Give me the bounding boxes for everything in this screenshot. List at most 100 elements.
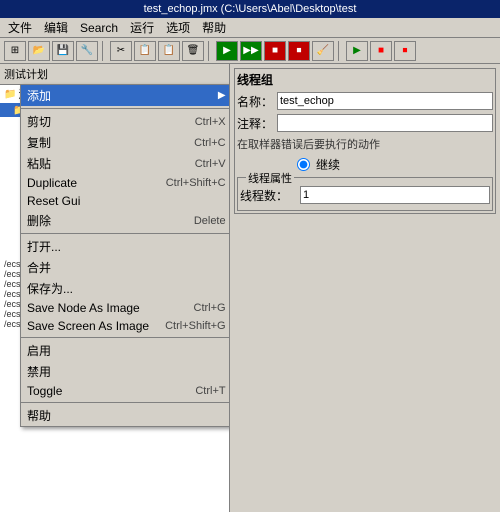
- thread-count-label: 线程数：: [240, 187, 300, 204]
- cm-savescreen-label: Save Screen As Image: [27, 319, 149, 333]
- continue-label: 继续: [316, 156, 340, 173]
- toolbar-new[interactable]: ⊞: [4, 41, 26, 61]
- cm-disable-label: 禁用: [27, 363, 51, 380]
- context-menu-overlay: 添加 ▶ 剪切 Ctrl+X 复制 Ctrl+C 粘贴 Ctrl+V Dupl: [20, 84, 230, 427]
- cm-toggle[interactable]: Toggle Ctrl+T: [21, 382, 230, 400]
- toolbar-copy[interactable]: 📋: [134, 41, 156, 61]
- toolbar-settings[interactable]: 🔧: [76, 41, 98, 61]
- thread-group-box: 线程组 名称： 注释： 在取样器错误后要执行的动作 继续 线程属性 线程数：: [234, 68, 496, 214]
- toolbar-shutdown[interactable]: ⏹: [288, 41, 310, 61]
- menu-bar: 文件 编辑 Search 运行 选项 帮助: [0, 18, 500, 38]
- toolbar-cut[interactable]: ✂: [110, 41, 132, 61]
- cm-open-label: 打开...: [27, 238, 61, 255]
- cm-merge[interactable]: 合并: [21, 257, 230, 278]
- cm-save-screen[interactable]: Save Screen As Image Ctrl+Shift+G: [21, 317, 230, 335]
- comment-label: 注释：: [237, 115, 277, 132]
- thread-props-box: 线程属性 线程数：: [237, 177, 493, 211]
- toolbar-remote-start[interactable]: ▶: [346, 41, 368, 61]
- cm-savenode-shortcut: Ctrl+G: [194, 302, 226, 314]
- tree-plan-icon: 📁: [4, 89, 16, 100]
- toolbar-remote-stop[interactable]: ■: [370, 41, 392, 61]
- panel-header-text: 测试计划: [4, 66, 48, 82]
- cm-duplicate-label: Duplicate: [27, 176, 77, 190]
- cm-duplicate-shortcut: Ctrl+Shift+C: [166, 177, 226, 189]
- cm-cut-label: 剪切: [27, 113, 51, 130]
- name-input[interactable]: [277, 92, 493, 110]
- cm-savenode-label: Save Node As Image: [27, 301, 140, 315]
- cm-paste-label: 粘贴: [27, 155, 51, 172]
- comment-row: 注释：: [237, 114, 493, 132]
- context-menu: 添加 ▶ 剪切 Ctrl+X 复制 Ctrl+C 粘贴 Ctrl+V Dupl: [20, 84, 230, 427]
- props-content: 线程数：: [240, 186, 490, 204]
- cm-cut[interactable]: 剪切 Ctrl+X: [21, 111, 230, 132]
- cm-delete-label: 删除: [27, 212, 51, 229]
- toolbar-sep1: [102, 41, 106, 61]
- cm-enable-label: 启用: [27, 342, 51, 359]
- cm-saveas-label: 保存为...: [27, 280, 73, 297]
- title-bar: test_echop.jmx (C:\Users\Abel\Desktop\te…: [0, 0, 500, 18]
- indent1: [4, 104, 13, 116]
- title-text: test_echop.jmx (C:\Users\Abel\Desktop\te…: [144, 3, 357, 15]
- cm-add[interactable]: 添加 ▶: [21, 85, 230, 106]
- menu-search[interactable]: Search: [74, 20, 124, 36]
- continue-radio[interactable]: [297, 158, 310, 171]
- toolbar-open[interactable]: 📂: [28, 41, 50, 61]
- cm-help-label: 帮助: [27, 407, 51, 424]
- main-area: 测试计划 📁 测试计划 📁 test_echop /ecshop/upload/…: [0, 64, 500, 512]
- menu-run[interactable]: 运行: [124, 18, 160, 37]
- toolbar: ⊞ 📂 💾 🔧 ✂ 📋 📋 🗑 ▶ ▶▶ ■ ⏹ 🧹 ▶ ■ ⏹: [0, 38, 500, 64]
- cm-merge-label: 合并: [27, 259, 51, 276]
- cm-enable[interactable]: 启用: [21, 340, 230, 361]
- toolbar-clear-all[interactable]: 🧹: [312, 41, 334, 61]
- thread-group-title: 线程组: [237, 71, 493, 88]
- cm-add-label: 添加: [27, 87, 51, 104]
- right-panel: 线程组 名称： 注释： 在取样器错误后要执行的动作 继续 线程属性 线程数：: [230, 64, 500, 512]
- cm-paste-shortcut: Ctrl+V: [195, 158, 226, 170]
- left-panel: 测试计划 📁 测试计划 📁 test_echop /ecshop/upload/…: [0, 64, 230, 512]
- thread-count-row: 线程数：: [240, 186, 490, 204]
- menu-edit[interactable]: 编辑: [38, 18, 74, 37]
- cm-sep1: [21, 108, 230, 109]
- cm-delete-shortcut: Delete: [194, 215, 226, 227]
- cm-copy-shortcut: Ctrl+C: [194, 137, 225, 149]
- comment-input[interactable]: [277, 114, 493, 132]
- menu-help[interactable]: 帮助: [196, 18, 232, 37]
- cm-toggle-label: Toggle: [27, 384, 62, 398]
- cm-cut-shortcut: Ctrl+X: [195, 116, 226, 128]
- toolbar-remote-exit[interactable]: ⏹: [394, 41, 416, 61]
- cm-save-node[interactable]: Save Node As Image Ctrl+G: [21, 299, 230, 317]
- toolbar-delete[interactable]: 🗑: [182, 41, 204, 61]
- toolbar-paste[interactable]: 📋: [158, 41, 180, 61]
- cm-sep4: [21, 402, 230, 403]
- cm-reset-label: Reset Gui: [27, 194, 80, 208]
- cm-sep3: [21, 337, 230, 338]
- cm-sep2: [21, 233, 230, 234]
- action-desc: 在取样器错误后要执行的动作: [237, 136, 493, 152]
- name-row: 名称：: [237, 92, 493, 110]
- cm-disable[interactable]: 禁用: [21, 361, 230, 382]
- toolbar-save[interactable]: 💾: [52, 41, 74, 61]
- toolbar-run[interactable]: ▶: [216, 41, 238, 61]
- cm-duplicate[interactable]: Duplicate Ctrl+Shift+C: [21, 174, 230, 192]
- menu-options[interactable]: 选项: [160, 18, 196, 37]
- thread-props-title: 线程属性: [246, 170, 294, 186]
- thread-count-input[interactable]: [300, 186, 490, 204]
- cm-delete[interactable]: 删除 Delete: [21, 210, 230, 231]
- cm-copy-label: 复制: [27, 134, 51, 151]
- cm-savescreen-shortcut: Ctrl+Shift+G: [165, 320, 226, 332]
- menu-file[interactable]: 文件: [2, 18, 38, 37]
- name-label: 名称：: [237, 93, 277, 110]
- toolbar-sep2: [208, 41, 212, 61]
- cm-add-arrow: ▶: [218, 90, 226, 101]
- panel-header: 测试计划: [0, 64, 229, 85]
- toolbar-sep3: [338, 41, 342, 61]
- toolbar-run-nopauses[interactable]: ▶▶: [240, 41, 262, 61]
- cm-help[interactable]: 帮助: [21, 405, 230, 426]
- cm-save-as[interactable]: 保存为...: [21, 278, 230, 299]
- cm-reset-gui[interactable]: Reset Gui: [21, 192, 230, 210]
- cm-copy[interactable]: 复制 Ctrl+C: [21, 132, 230, 153]
- cm-open[interactable]: 打开...: [21, 236, 230, 257]
- cm-paste[interactable]: 粘贴 Ctrl+V: [21, 153, 230, 174]
- cm-toggle-shortcut: Ctrl+T: [195, 385, 225, 397]
- toolbar-stop[interactable]: ■: [264, 41, 286, 61]
